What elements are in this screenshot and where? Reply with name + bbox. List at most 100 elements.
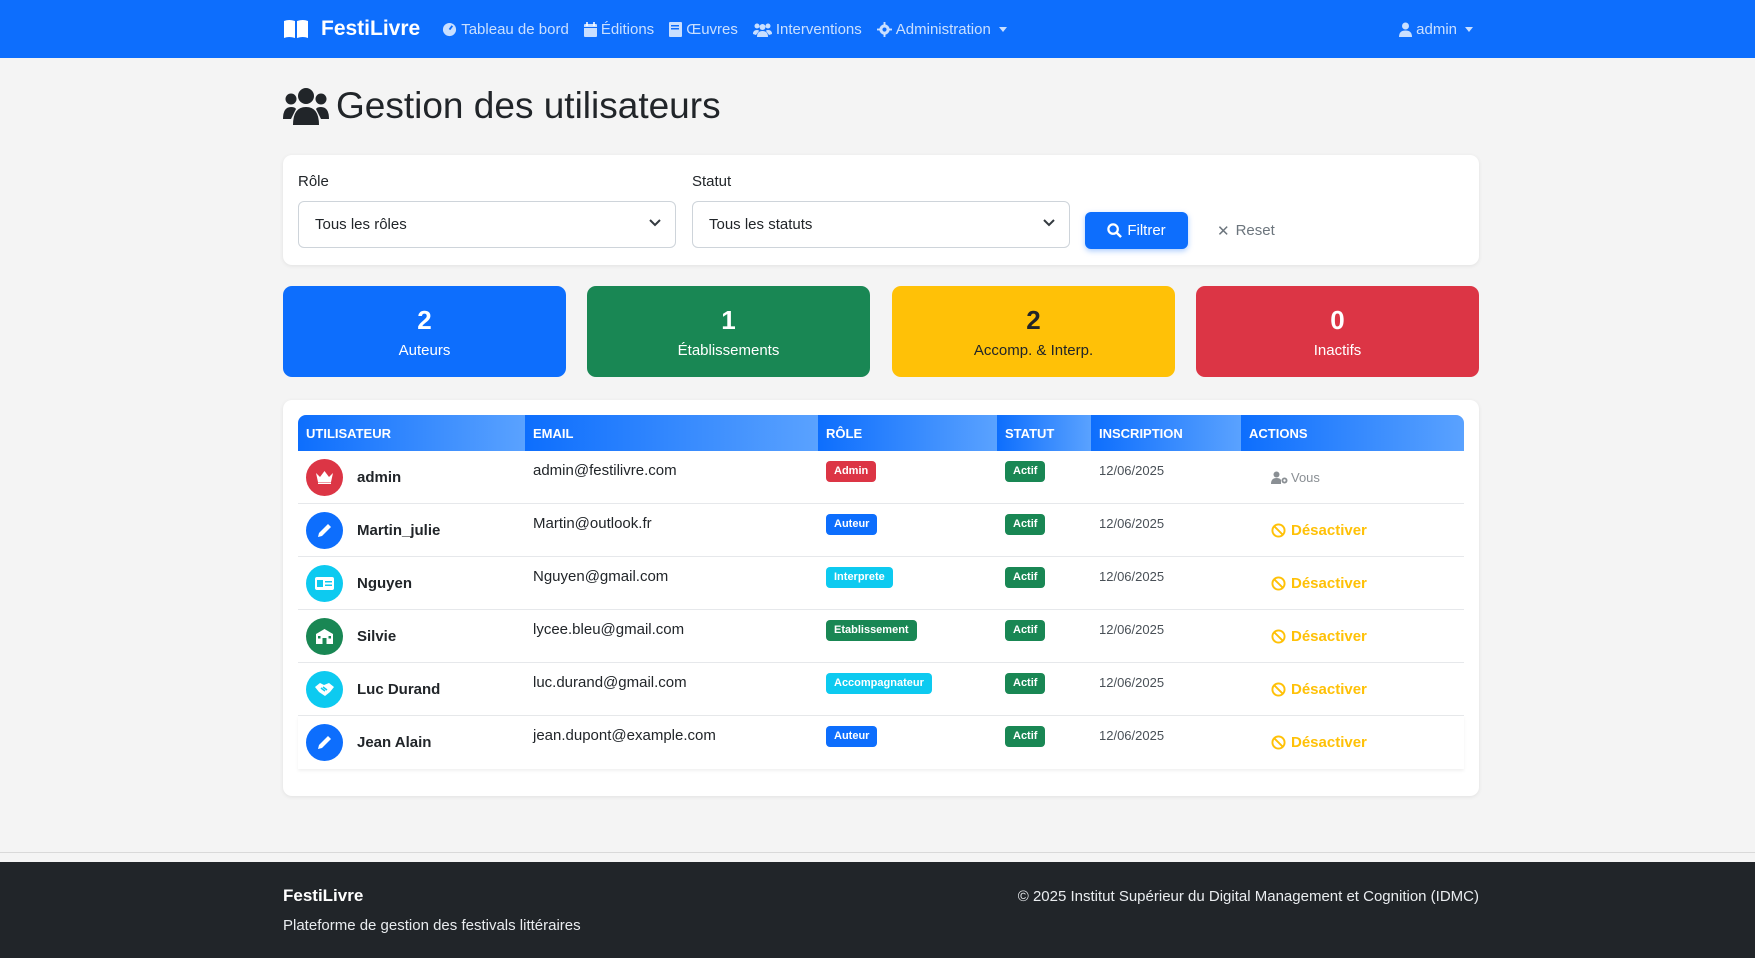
nav-editions[interactable]: Éditions [583,21,654,38]
column-header-inscription[interactable]: INSCRIPTION [1091,415,1241,451]
nav-administration-label: Administration [895,20,991,38]
stat-card-auteurs: 2 Auteurs [283,286,566,377]
ban-icon [1271,575,1286,591]
page-title-text: Gestion des utilisateurs [336,85,721,126]
brand-name: FestiLivre [321,17,421,40]
pen-icon [318,735,331,749]
filter-button[interactable]: Filtrer [1085,212,1188,249]
avatar [306,670,343,708]
gear-icon [876,21,892,37]
stat-value: 0 [1330,304,1345,335]
role-badge: Interprete [826,567,893,588]
stat-label: Auteurs [398,341,451,359]
inscription-date: 12/06/2025 [1099,622,1165,637]
stat-label: Accomp. & Interp. [973,341,1094,359]
column-header-email[interactable]: EMAIL [525,415,818,451]
dashboard-icon [443,22,457,36]
nav-dashboard-label: Tableau de bord [461,20,569,38]
stat-value: 2 [417,304,432,335]
status-badge: Actif [1005,514,1046,535]
brand-link[interactable]: FestiLivre [283,17,420,41]
user-name: Nguyen [357,574,413,592]
table-row: Martin_julie Martin@outlook.fr Auteur Ac… [298,504,1464,557]
role-badge: Admin [826,461,877,482]
nav-oeuvres[interactable]: Œuvres [669,21,738,38]
user-gear-icon [1271,471,1288,484]
status-badge: Actif [1005,620,1046,641]
avatar [306,564,343,602]
nav-interventions-label: Interventions [775,20,862,38]
top-navbar: FestiLivre Tableau de bord Éditions Œuvr… [0,0,1755,58]
role-select[interactable]: Tous les rôles [298,201,676,248]
nav-dashboard[interactable]: Tableau de bord [442,21,569,38]
search-icon [1107,223,1123,238]
chevron-down-icon [1465,26,1473,32]
status-badge: Actif [1005,461,1046,482]
table-row: Jean Alain jean.dupont@example.com Auteu… [298,716,1464,769]
stat-value: 2 [1026,304,1041,335]
user-email: Nguyen@gmail.com [533,568,669,585]
deactivate-label: Désactiver [1291,680,1367,698]
role-badge: Etablissement [826,620,917,641]
role-filter-label: Rôle [298,173,329,190]
stat-card-inactifs: 0 Inactifs [1196,286,1479,377]
deactivate-button[interactable]: Désactiver [1271,681,1367,698]
avatar [306,458,343,496]
user-name: Luc Durand [357,680,441,698]
inscription-date: 12/06/2025 [1099,516,1165,531]
ban-icon [1271,628,1286,644]
school-icon [316,628,333,644]
footer: FestiLivre Plateforme de gestion des fes… [0,862,1755,958]
nav-administration-dropdown[interactable]: Administration [876,20,1007,38]
status-badge: Actif [1005,567,1046,588]
status-badge: Actif [1005,673,1046,694]
page-title: Gestion des utilisateurs [283,80,721,132]
table-header: UTILISATEUR EMAIL RÔLE STATUT INSCRIPTIO… [298,415,1464,451]
avatar [306,511,343,549]
role-select-value: Tous les rôles [315,216,407,233]
handshake-icon [315,682,334,696]
user-name: Silvie [357,627,397,645]
user-name: Martin_julie [357,521,441,539]
users-group-icon [283,88,329,125]
deactivate-button[interactable]: Désactiver [1271,628,1367,645]
avatar [306,617,343,655]
status-filter-label: Statut [692,173,732,190]
pen-icon [318,523,331,537]
column-header-user[interactable]: UTILISATEUR [298,415,525,451]
role-badge: Accompagnateur [826,673,932,694]
footer-tagline: Plateforme de gestion des festivals litt… [283,917,581,934]
user-name: admin [357,468,402,486]
deactivate-label: Désactiver [1291,521,1367,539]
status-select[interactable]: Tous les statuts [692,201,1070,248]
deactivate-label: Désactiver [1291,733,1367,751]
reset-button[interactable]: ✕ Reset [1217,212,1275,249]
deactivate-button[interactable]: Désactiver [1271,575,1367,592]
user-menu-dropdown[interactable]: admin [1399,0,1473,58]
deactivate-button[interactable]: Désactiver [1271,734,1367,751]
user-email: lycee.bleu@gmail.com [533,621,685,638]
column-header-actions: ACTIONS [1241,415,1464,451]
users-table-card: UTILISATEUR EMAIL RÔLE STATUT INSCRIPTIO… [283,400,1479,796]
status-badge: Actif [1005,726,1046,747]
role-badge: Auteur [826,514,878,535]
footer-copyright: © 2025 Institut Supérieur du Digital Man… [1017,888,1479,905]
table-row: Nguyen Nguyen@gmail.com Interprete Actif… [298,557,1464,610]
stat-card-etablissements: 1 Établissements [587,286,870,377]
crown-icon [316,470,333,484]
ban-icon [1271,522,1286,538]
book-icon [669,21,683,37]
stat-value: 1 [721,304,736,335]
filter-card: Rôle Tous les rôles Statut Tous les stat… [283,155,1479,265]
inscription-date: 12/06/2025 [1099,569,1165,584]
deactivate-button[interactable]: Désactiver [1271,522,1367,539]
user-menu-label: admin [1416,20,1457,38]
deactivate-label: Désactiver [1291,574,1367,592]
stat-card-accomp-interp: 2 Accomp. & Interp. [892,286,1175,377]
role-badge: Auteur [826,726,878,747]
footer-divider [0,852,1755,862]
column-header-status[interactable]: STATUT [997,415,1091,451]
nav-interventions[interactable]: Interventions [752,20,862,38]
inscription-date: 12/06/2025 [1099,463,1165,478]
column-header-role[interactable]: RÔLE [818,415,997,451]
